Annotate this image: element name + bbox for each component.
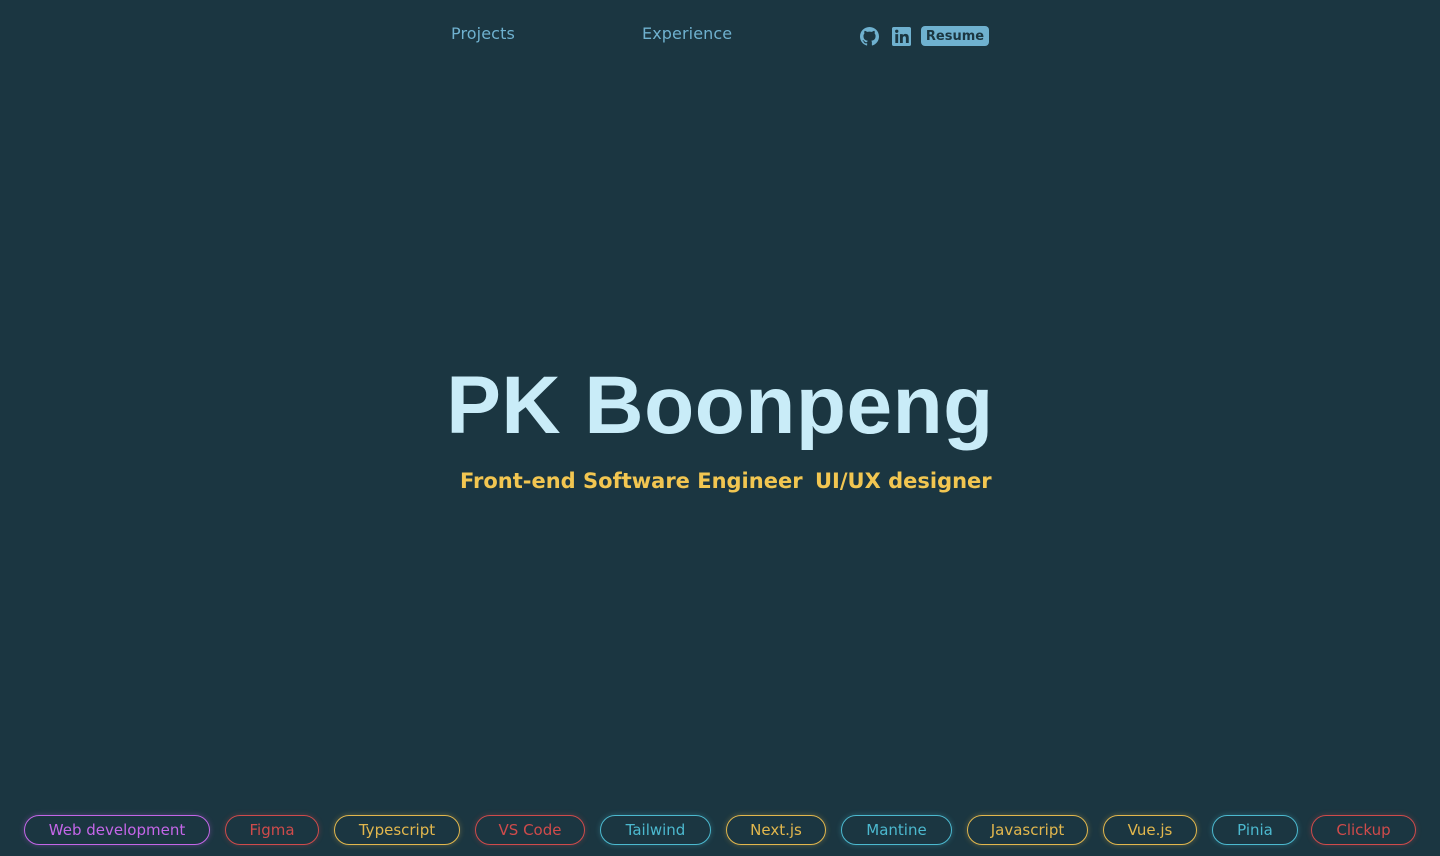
skill-tag: Figma xyxy=(225,815,319,845)
hero-name: PK Boonpeng xyxy=(446,360,994,451)
nav-projects-link[interactable]: Projects xyxy=(451,24,515,43)
skill-tag: Vue.js xyxy=(1103,815,1197,845)
skill-tag: Web development xyxy=(24,815,210,845)
github-icon[interactable] xyxy=(859,26,879,46)
role-ui-ux-designer: UI/UX designer xyxy=(815,469,992,493)
skill-tags: Web development Figma Typescript VS Code… xyxy=(0,815,1440,845)
skill-tag: Tailwind xyxy=(600,815,711,845)
role-front-end-engineer: Front-end Software Engineer xyxy=(460,469,803,493)
portfolio-page: Projects Experience Resume PK Boonpeng F… xyxy=(0,0,1440,856)
skill-tag: Typescript xyxy=(334,815,460,845)
nav-experience-link[interactable]: Experience xyxy=(642,24,732,43)
skill-tag: Next.js xyxy=(726,815,826,845)
skill-tag: Javascript xyxy=(967,815,1088,845)
skill-tag: VS Code xyxy=(475,815,585,845)
resume-button[interactable]: Resume xyxy=(921,26,989,46)
skill-tag: Clickup xyxy=(1311,815,1416,845)
linkedin-icon[interactable] xyxy=(891,26,911,46)
skill-tag: Mantine xyxy=(841,815,952,845)
skill-tag: Pinia xyxy=(1212,815,1298,845)
